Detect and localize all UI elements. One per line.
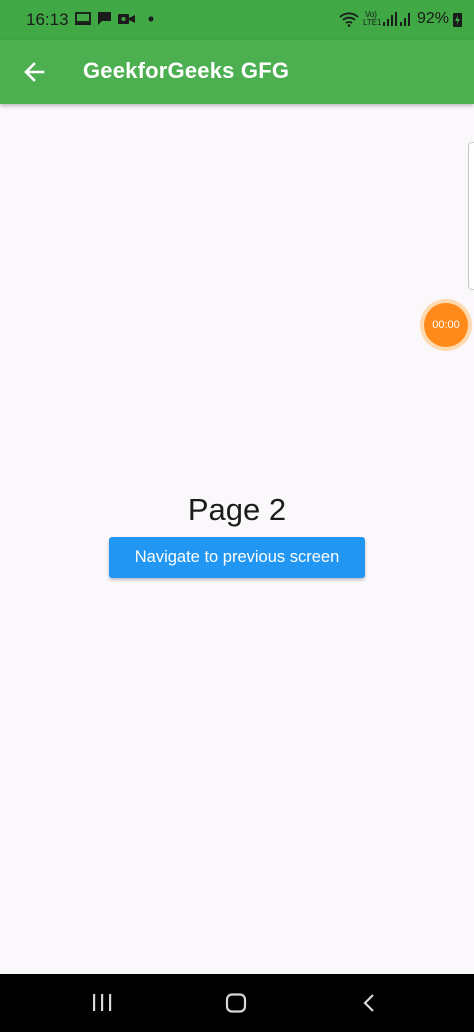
back-icon <box>363 994 374 1012</box>
home-button[interactable] <box>218 986 254 1020</box>
back-button[interactable] <box>14 52 54 92</box>
status-bar: 16:13 Vo) LTE1 92% <box>0 0 474 40</box>
recents-icon <box>93 994 112 1011</box>
battery-percent: 92% <box>416 10 449 27</box>
screen-cast-icon <box>75 11 91 25</box>
system-navigation-bar <box>0 974 474 1032</box>
navigate-previous-button[interactable]: Navigate to previous screen <box>109 537 365 578</box>
app-title: GeekforGeeks GFG <box>83 58 290 83</box>
status-time: 16:13 <box>26 10 69 29</box>
system-status: Vo) LTE1 92% <box>339 10 462 28</box>
recents-button[interactable] <box>84 986 120 1020</box>
lte-bottom-label: LTE1 <box>362 18 382 27</box>
app-screen: 16:13 Vo) LTE1 92% GeekforGeeks GFG 00:0… <box>0 0 474 1032</box>
lte-indicator: Vo) LTE1 <box>362 11 382 27</box>
dot-icon <box>148 16 154 21</box>
recording-timer-bubble[interactable]: 00:00 <box>420 299 472 351</box>
page-label: Page 2 <box>187 492 287 527</box>
nav-back-button[interactable] <box>352 986 388 1020</box>
video-camera-icon <box>118 13 135 24</box>
app-bar: GeekforGeeks GFG <box>0 40 474 104</box>
wifi-icon <box>339 12 359 27</box>
notification-icons <box>75 11 155 26</box>
edge-panel-handle[interactable] <box>468 142 474 290</box>
timer-text: 00:00 <box>424 303 468 347</box>
home-icon <box>225 993 247 1013</box>
signal-icon <box>382 12 410 26</box>
battery-charging-icon <box>453 12 462 27</box>
arrow-back-icon <box>24 62 45 82</box>
message-icon <box>98 12 111 25</box>
